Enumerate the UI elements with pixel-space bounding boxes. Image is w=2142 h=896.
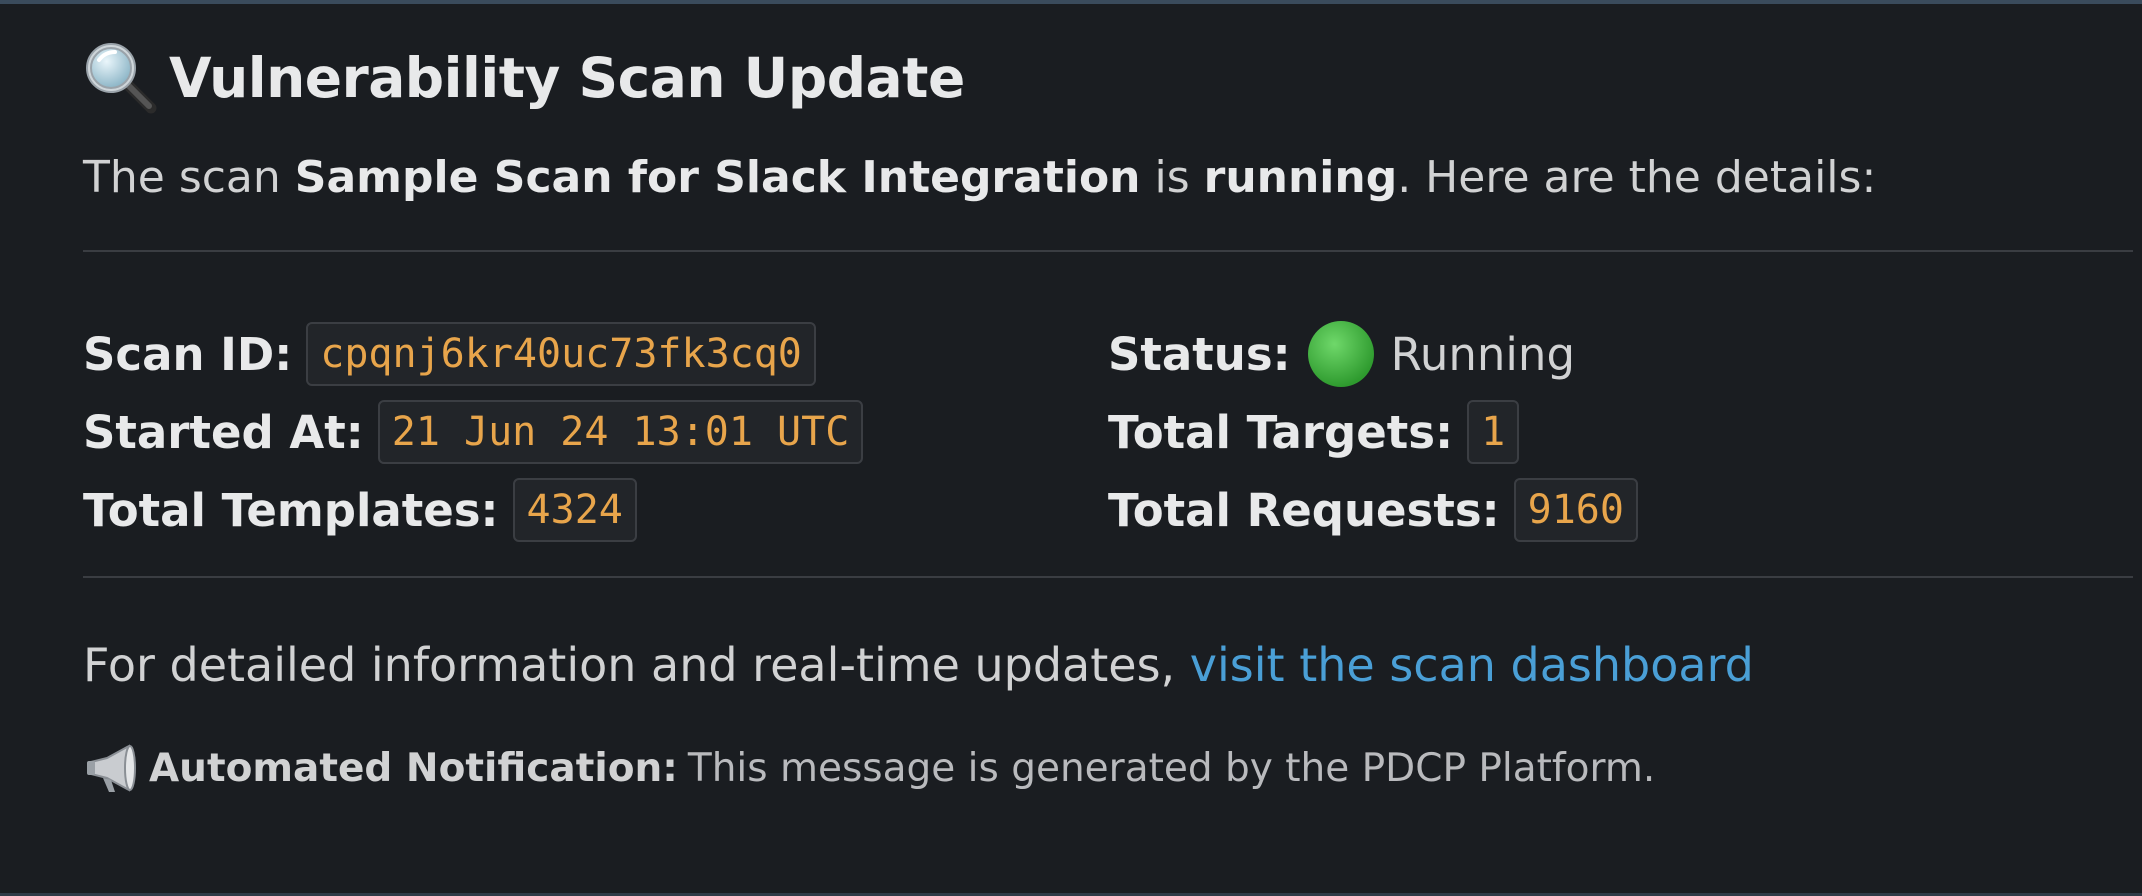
magnifying-glass-icon bbox=[86, 43, 157, 114]
started-at-value: 21 Jun 24 13:01 UTC bbox=[377, 400, 864, 464]
scan-id-field: Scan ID: cpqnj6kr40uc73fk3cq0 bbox=[83, 318, 1108, 390]
started-at-label: Started At: bbox=[83, 405, 364, 459]
message-header: Vulnerability Scan Update bbox=[83, 28, 2133, 128]
megaphone-icon bbox=[87, 744, 136, 792]
message-card: Vulnerability Scan Update The scan Sampl… bbox=[83, 28, 2133, 798]
status-label: Status: bbox=[1108, 327, 1291, 381]
scan-details: Scan ID: cpqnj6kr40uc73fk3cq0 Status: Ru… bbox=[83, 318, 2133, 546]
total-templates-field: Total Templates: 4324 bbox=[83, 474, 1108, 546]
started-at-field: Started At: 21 Jun 24 13:01 UTC bbox=[83, 396, 1108, 468]
green-circle-icon bbox=[1307, 321, 1374, 387]
scan-id-label: Scan ID: bbox=[83, 327, 293, 381]
total-targets-label: Total Targets: bbox=[1108, 405, 1454, 459]
total-requests-field: Total Requests: 9160 bbox=[1108, 474, 2133, 546]
scan-state: running bbox=[1203, 152, 1398, 203]
total-templates-label: Total Templates: bbox=[83, 483, 499, 537]
status-field: Status: Running bbox=[1108, 318, 2133, 390]
intro-text: The scan Sample Scan for Slack Integrati… bbox=[83, 148, 2133, 208]
dashboard-text: For detailed information and real-time u… bbox=[83, 638, 2133, 692]
automated-notice: Automated Notification: This message is … bbox=[83, 738, 2133, 798]
intro-suffix: . Here are the details: bbox=[1397, 152, 1877, 203]
total-requests-label: Total Requests: bbox=[1108, 483, 1500, 537]
total-targets-value: 1 bbox=[1467, 400, 1520, 464]
intro-middle: is bbox=[1140, 152, 1204, 203]
dashboard-prefix: For detailed information and real-time u… bbox=[83, 638, 1190, 692]
notice-text: This message is generated by the PDCP Pl… bbox=[687, 745, 1656, 791]
divider-top bbox=[83, 250, 2133, 252]
intro-prefix: The scan bbox=[83, 152, 295, 203]
scan-name: Sample Scan for Slack Integration bbox=[294, 152, 1141, 203]
scan-dashboard-link[interactable]: visit the scan dashboard bbox=[1190, 638, 1754, 692]
scan-id-value: cpqnj6kr40uc73fk3cq0 bbox=[306, 322, 816, 386]
total-templates-value: 4324 bbox=[512, 478, 637, 542]
notice-label: Automated Notification: bbox=[149, 745, 678, 791]
status-value: Running bbox=[1390, 327, 1576, 381]
divider-bottom bbox=[83, 576, 2133, 578]
total-targets-field: Total Targets: 1 bbox=[1108, 396, 2133, 468]
message-title: Vulnerability Scan Update bbox=[169, 46, 965, 110]
total-requests-value: 9160 bbox=[1513, 478, 1638, 542]
top-border bbox=[0, 0, 2142, 4]
